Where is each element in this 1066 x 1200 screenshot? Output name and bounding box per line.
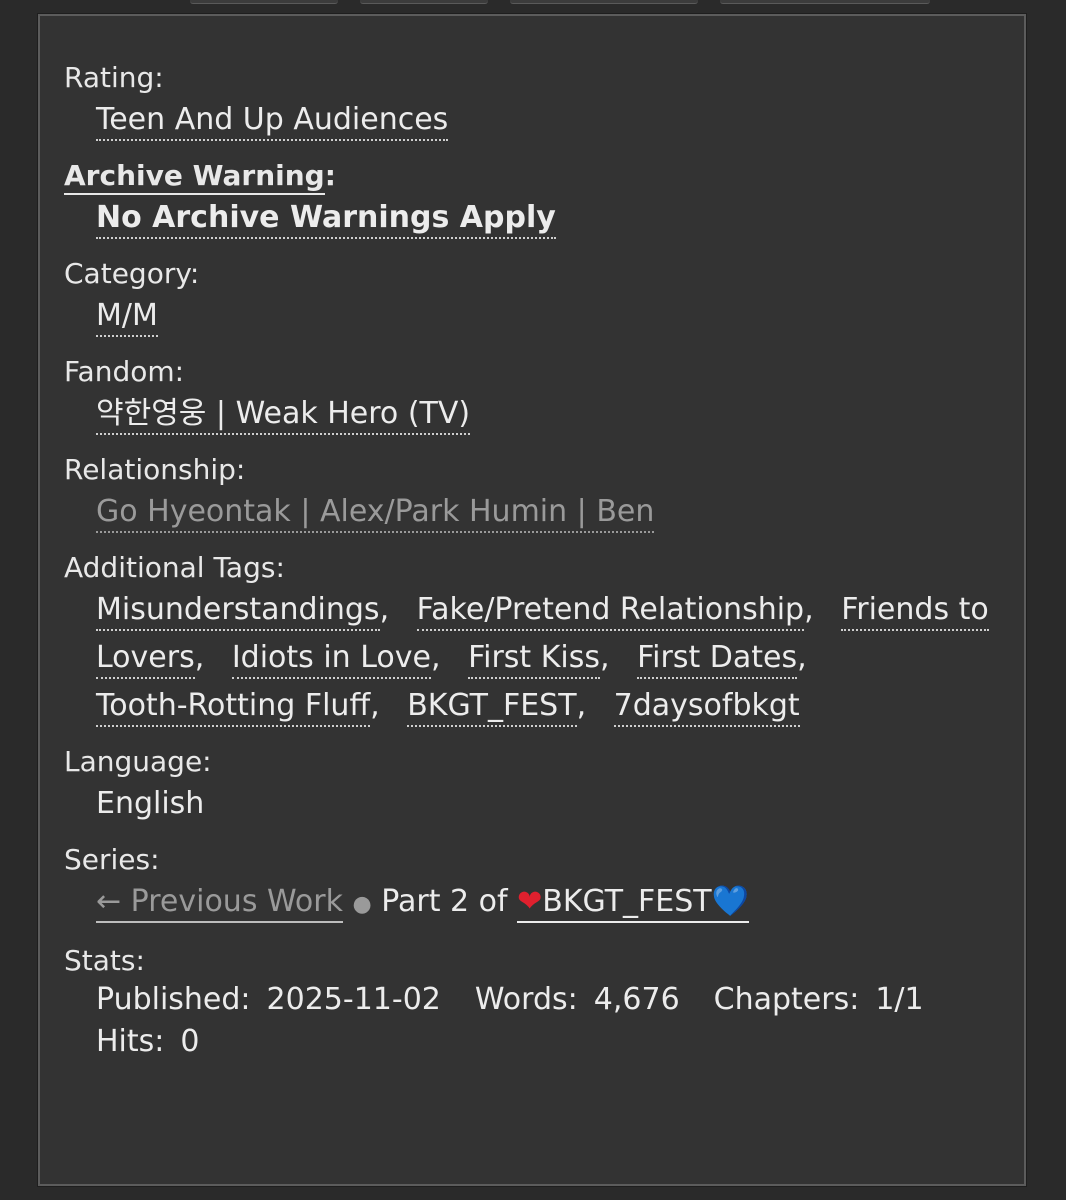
language-row: Language: English (64, 744, 1004, 828)
warning-label-wrap: Archive Warning: (64, 158, 1004, 195)
stats-line-2: Hits: 0 (64, 1021, 1004, 1063)
tags-label: Additional Tags: (64, 551, 285, 584)
additional-tag[interactable]: Tooth-Rotting Fluff (96, 688, 371, 727)
rating-tag[interactable]: Teen And Up Audiences (96, 102, 449, 141)
work-meta-list: Rating: Teen And Up Audiences Archive Wa… (64, 60, 1004, 1063)
relationship-tag[interactable]: Go Hyeontak | Alex/Park Humin | Ben (96, 494, 655, 533)
additional-tag[interactable]: Fake/Pretend Relationship (416, 592, 805, 631)
warning-tag[interactable]: No Archive Warnings Apply (96, 200, 556, 239)
published-label: Published: (96, 982, 251, 1017)
stats-line-1: Published: 2025-11-02 Words: 4,676 Chapters:… (64, 979, 1004, 1021)
words-label: Words: (474, 982, 578, 1017)
blue-heart-icon: 💙 (711, 884, 749, 919)
relationship-label: Relationship: (64, 453, 246, 486)
series-label: Series: (64, 843, 160, 876)
hits-value: 0 (180, 1024, 200, 1059)
category-row: Category: M/M (64, 256, 1004, 340)
warning-colon: : (324, 159, 336, 192)
additional-tag[interactable]: First Kiss (468, 640, 601, 679)
rating-row: Rating: Teen And Up Audiences (64, 60, 1004, 144)
fandom-row: Fandom: 약한영웅 | Weak Hero (TV) (64, 354, 1004, 438)
additional-tags-list: Misunderstandings, Fake/Pretend Relation… (64, 586, 996, 730)
category-tag[interactable]: M/M (96, 298, 158, 337)
previous-work-link[interactable]: ← Previous Work (96, 884, 343, 923)
additional-tag[interactable]: First Dates (637, 640, 798, 679)
series-name: BKGT_FEST (542, 884, 712, 919)
red-heart-icon: ❤ (517, 884, 543, 919)
series-link[interactable]: ❤BKGT_FEST💙 (517, 884, 749, 923)
series-bullet: ● (352, 892, 372, 917)
category-label: Category: (64, 257, 200, 290)
language-value: English (96, 786, 205, 821)
published-value: 2025-11-02 (266, 982, 441, 1017)
top-tab[interactable] (190, 0, 338, 4)
hits-label: Hits: (96, 1024, 165, 1059)
relationship-row: Relationship: Go Hyeontak | Alex/Park Hu… (64, 452, 1004, 536)
rating-label: Rating: (64, 61, 164, 94)
work-meta-panel: Rating: Teen And Up Audiences Archive Wa… (37, 13, 1027, 1187)
additional-tag[interactable]: Misunderstandings (96, 592, 380, 631)
tags-row: Additional Tags: Misunderstandings, Fake… (64, 550, 1004, 730)
chapters-label: Chapters: (713, 982, 860, 1017)
language-label: Language: (64, 745, 212, 778)
top-tab-strip (0, 0, 1066, 4)
top-tab[interactable] (720, 0, 930, 4)
top-tab[interactable] (360, 0, 488, 4)
warning-row: Archive Warning: No Archive Warnings App… (64, 158, 1004, 242)
additional-tag[interactable]: 7daysofbkgt (613, 688, 800, 727)
series-part: Part 2 of (381, 884, 508, 919)
words-value: 4,676 (593, 982, 680, 1017)
stats-row: Stats: Published: 2025-11-02 Words: 4,676 Ch… (64, 943, 1004, 1063)
warning-label[interactable]: Archive Warning (64, 159, 325, 195)
top-tab[interactable] (510, 0, 698, 4)
fandom-label: Fandom: (64, 355, 185, 388)
additional-tag[interactable]: BKGT_FEST (407, 688, 577, 727)
stats-label: Stats: (64, 944, 145, 977)
additional-tag[interactable]: Idiots in Love (231, 640, 431, 679)
series-row: Series: ← Previous Work ● Part 2 of ❤BKG… (64, 842, 1004, 929)
fandom-tag[interactable]: 약한영웅 | Weak Hero (TV) (96, 396, 471, 435)
chapters-value: 1/1 (875, 982, 924, 1017)
